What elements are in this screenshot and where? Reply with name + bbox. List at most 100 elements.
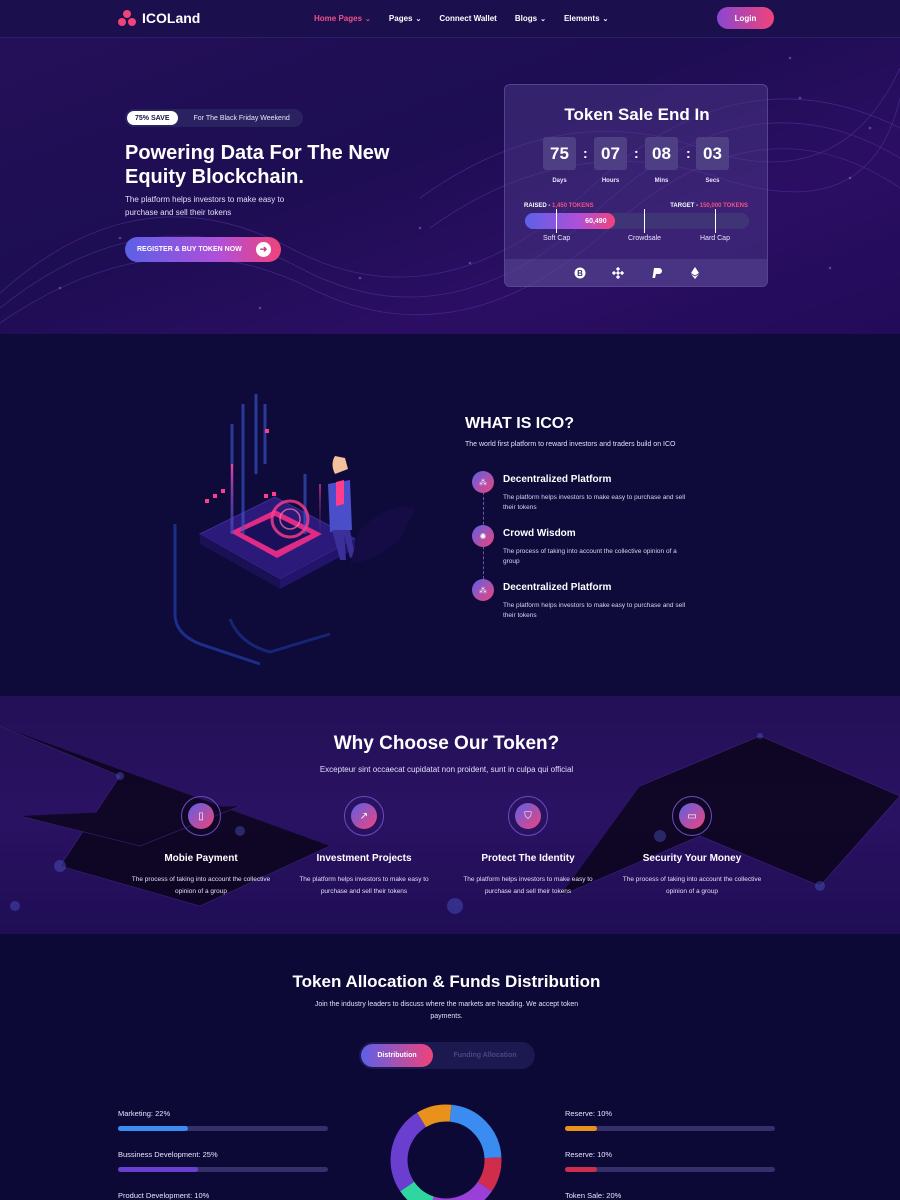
card-desc: The process of taking into account the c… [622, 876, 762, 895]
what-is-ico-section: WHAT IS ICO? The world first platform to… [0, 334, 900, 696]
nav-label: Home Pages [314, 14, 363, 23]
icon-ring: ↗ [344, 796, 384, 836]
allocation-fill [565, 1167, 597, 1172]
network-icon: ⁂ [472, 471, 494, 493]
card-icon: ▭ [679, 803, 705, 829]
nav-home-pages[interactable]: Home Pages ⌄ [314, 14, 371, 23]
countdown-separator: : [634, 145, 639, 161]
cta-label: REGISTER & BUY TOKEN NOW [137, 246, 242, 253]
chevron-down-icon: ⌄ [365, 15, 371, 23]
countdown-label: Mins [654, 178, 669, 184]
card-desc: The platform helps investors to make eas… [299, 876, 429, 895]
hero-section: 75% SAVE For The Black Friday Weekend Po… [0, 38, 900, 334]
card-title: Mobie Payment [164, 853, 238, 864]
nav-blogs[interactable]: Blogs ⌄ [515, 14, 546, 23]
ethereum-icon[interactable] [689, 267, 701, 279]
crowdsale-label: Crowdsale [628, 235, 662, 242]
hard-cap-marker [715, 209, 716, 233]
card-desc: The platform helps investors to make eas… [463, 876, 593, 895]
allocation-row: Token Sale: 20% [565, 1191, 775, 1200]
feature-desc: The platform helps investors to make eas… [503, 494, 686, 511]
logo-icon [118, 10, 136, 26]
nav-label: Elements [563, 14, 600, 23]
feature-card: ⛉ Protect The Identity The platform help… [453, 796, 603, 898]
countdown-days: 75 Days [543, 137, 576, 184]
nav-elements[interactable]: Elements ⌄ [564, 14, 608, 23]
payment-methods-bar [505, 259, 767, 286]
hero-title: Powering Data For The New Equity Blockch… [125, 142, 390, 188]
arrow-right-icon: ➜ [256, 242, 271, 257]
countdown-value: 07 [594, 137, 627, 170]
donut-slice-reserve [416, 1104, 452, 1128]
binance-icon[interactable] [611, 266, 625, 280]
feature-desc: The process of taking into account the c… [503, 548, 677, 565]
tab-distribution[interactable]: Distribution [361, 1044, 433, 1067]
countdown-separator: : [686, 145, 691, 161]
allocation-label: Reserve: 10% [565, 1109, 613, 1118]
countdown-label: Days [552, 178, 567, 184]
tab-funding-allocation[interactable]: Funding Allocation [439, 1044, 531, 1067]
blockchain-illustration [173, 394, 415, 666]
countdown-value: 08 [645, 137, 678, 170]
target-info: TARGET - 150,000 TOKENS [670, 203, 748, 209]
donut-slice-marketing [449, 1104, 502, 1159]
bitcoin-icon[interactable]: B [574, 267, 586, 279]
raised-label: RAISED - [524, 203, 551, 209]
chevron-down-icon: ⌄ [415, 15, 422, 23]
brand-name: ICOLand [142, 10, 201, 26]
target-label: TARGET - [670, 203, 699, 209]
feature-card: ▭ Security Your Money The process of tak… [617, 796, 767, 898]
why-lead: Excepteur sint occaecat cupidatat non pr… [319, 765, 574, 774]
allocation-row: Bussiness Development: 25% [118, 1150, 328, 1172]
countdown-secs: 03 Secs [696, 137, 729, 184]
countdown-label: Hours [601, 178, 620, 184]
svg-text:B: B [577, 269, 583, 278]
icon-ring: ▯ [181, 796, 221, 836]
raised-value: 1,450 TOKENS [552, 203, 594, 209]
sale-progress-fill: 60,490 [525, 213, 615, 229]
allocation-label: Reserve: 10% [565, 1150, 613, 1159]
main-nav: Home Pages ⌄ Pages ⌄ Connect Wallet Blogs ⌄… [314, 14, 608, 23]
login-button[interactable]: Login [717, 7, 774, 29]
allocation-row: Product Development: 10% [118, 1191, 328, 1200]
chevron-down-icon: ⌄ [540, 15, 546, 23]
allocation-fill [118, 1126, 189, 1131]
feature-title: Crowd Wisdom [503, 528, 576, 539]
countdown-value: 03 [696, 137, 729, 170]
donut-slice-token-sale [432, 1181, 492, 1200]
ico-title: WHAT IS ICO? [465, 415, 575, 432]
brand-logo[interactable]: ICOLand [118, 10, 200, 26]
allocation-tabs: Distribution Funding Allocation [359, 1042, 535, 1069]
donut-slice-product-development [400, 1181, 435, 1200]
chart-icon: ↗ [351, 803, 377, 829]
countdown-mins: 08 Mins [645, 137, 678, 184]
nav-connect-wallet[interactable]: Connect Wallet [439, 14, 496, 23]
allocation-track [118, 1126, 328, 1131]
card-desc: The process of taking into account the c… [131, 876, 271, 895]
register-buy-token-button[interactable]: REGISTER & BUY TOKEN NOW ➜ [125, 237, 281, 262]
soft-cap-marker [556, 209, 557, 233]
allocation-fill [118, 1167, 198, 1172]
countdown-value: 75 [543, 137, 576, 170]
alloc-title: Token Allocation & Funds Distribution [292, 972, 601, 991]
promo-text: For The Black Friday Weekend [193, 114, 290, 122]
nav-pages[interactable]: Pages ⌄ [389, 14, 421, 23]
token-sale-card: Token Sale End In 75 Days : 07 Hours : 0… [504, 84, 768, 287]
allocation-donut-chart [390, 1104, 502, 1200]
feature-desc: The platform helps investors to make eas… [503, 602, 686, 619]
sale-title: Token Sale End In [564, 105, 710, 124]
paypal-icon[interactable] [651, 267, 663, 279]
save-badge: 75% SAVE [127, 111, 178, 125]
allocation-track [118, 1167, 328, 1172]
why-title: Why Choose Our Token? [333, 733, 560, 754]
hero-subtitle: The platform helps investors to make eas… [125, 195, 285, 217]
crowdsale-marker [644, 209, 645, 233]
nav-label: Connect Wallet [439, 14, 497, 23]
why-choose-section: Why Choose Our Token? Excepteur sint occ… [0, 696, 900, 934]
shield-icon: ⛉ [515, 803, 541, 829]
card-title: Protect The Identity [481, 853, 575, 864]
card-title: Investment Projects [316, 853, 412, 864]
allocation-fill [565, 1126, 597, 1131]
allocation-label: Token Sale: 20% [565, 1191, 622, 1200]
allocation-row: Reserve: 10% [565, 1150, 775, 1172]
